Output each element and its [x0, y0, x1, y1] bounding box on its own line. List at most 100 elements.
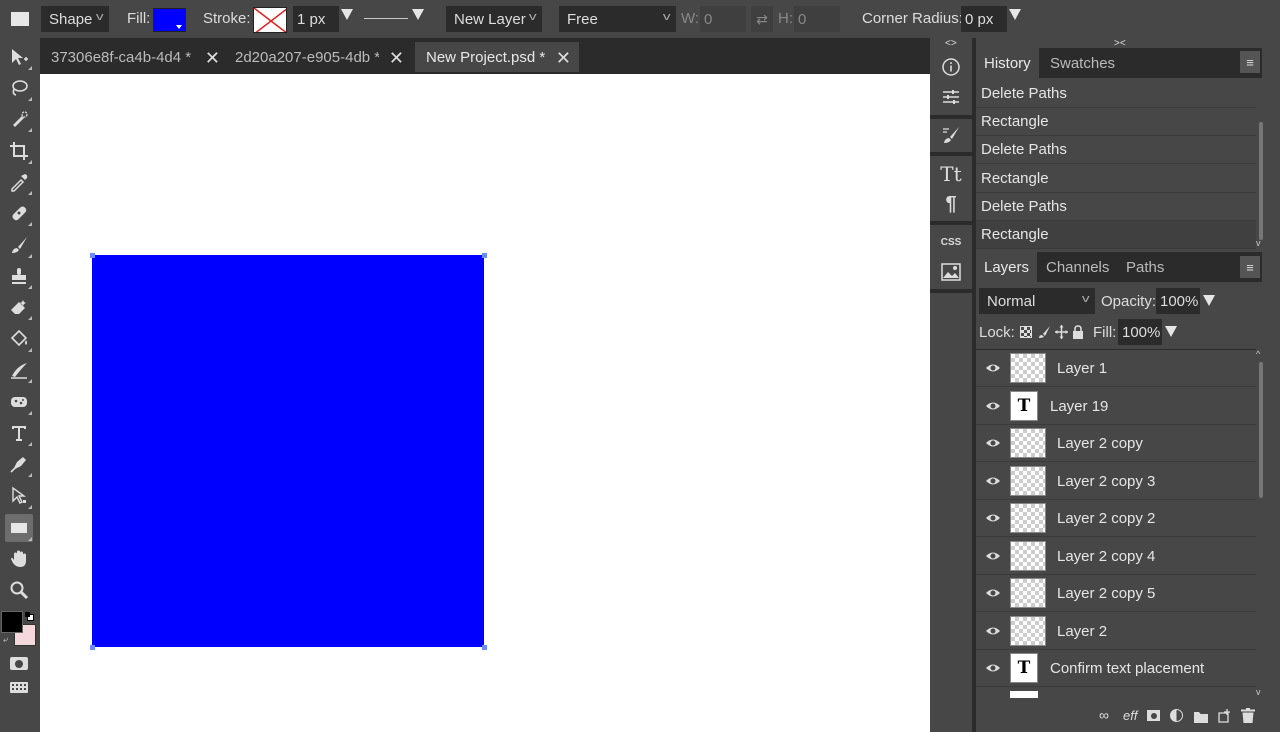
- document-canvas[interactable]: [40, 74, 930, 732]
- layers-scrollbar[interactable]: [1259, 362, 1263, 498]
- eraser-tool[interactable]: [5, 293, 33, 321]
- history-item[interactable]: Rectangle: [976, 108, 1256, 136]
- stroke-color-swatch[interactable]: [253, 7, 287, 33]
- lock-position-icon[interactable]: [1055, 325, 1068, 342]
- height-field[interactable]: 0: [794, 6, 840, 32]
- hand-tool[interactable]: [5, 545, 33, 573]
- css-icon[interactable]: CSS: [937, 230, 965, 254]
- type-tool[interactable]: [5, 419, 33, 447]
- lock-transparency-icon[interactable]: [1020, 326, 1032, 338]
- eye-icon[interactable]: [985, 549, 1001, 563]
- path-select-tool[interactable]: [5, 482, 33, 510]
- opacity-dropdown-icon[interactable]: [1203, 295, 1215, 306]
- info-icon[interactable]: [937, 55, 965, 79]
- foreground-color-swatch[interactable]: [1, 611, 23, 633]
- smudge-tool[interactable]: [5, 356, 33, 384]
- history-item[interactable]: Delete Paths: [976, 80, 1256, 108]
- layer-row[interactable]: Layer 2: [976, 613, 1256, 650]
- close-icon[interactable]: ✕: [205, 48, 220, 69]
- blue-rectangle-shape[interactable]: [92, 255, 484, 647]
- stroke-width-dropdown-icon[interactable]: [341, 9, 353, 20]
- layer-row[interactable]: Layer 1: [976, 350, 1256, 387]
- tab-document-2[interactable]: 2d20a207-e905-4db * ✕: [224, 42, 412, 72]
- move-tool[interactable]: [5, 43, 33, 71]
- corner-radius-field[interactable]: 0 px: [961, 6, 1007, 32]
- tool-mode-dropdown[interactable]: Shape v: [41, 6, 109, 32]
- rectangle-tool[interactable]: [5, 514, 33, 542]
- corner-radius-dropdown-icon[interactable]: [1009, 9, 1021, 20]
- new-layer-icon[interactable]: [1218, 709, 1232, 726]
- tab-channels[interactable]: Channels: [1038, 252, 1117, 282]
- layer-row[interactable]: T Confirm text placement: [976, 650, 1256, 687]
- image-icon[interactable]: [937, 260, 965, 284]
- close-icon[interactable]: ✕: [389, 48, 404, 69]
- lock-pixels-icon[interactable]: [1038, 325, 1051, 342]
- eye-icon[interactable]: [985, 436, 1001, 450]
- layer-row[interactable]: Layer 2 copy 5: [976, 575, 1256, 612]
- blend-mode-dropdown[interactable]: Normal v: [979, 288, 1095, 314]
- eye-icon[interactable]: [985, 624, 1001, 638]
- paint-bucket-tool[interactable]: [5, 325, 33, 353]
- tab-paths[interactable]: Paths: [1118, 252, 1172, 282]
- add-mask-icon[interactable]: [1147, 710, 1160, 721]
- tab-layers[interactable]: Layers: [976, 252, 1038, 282]
- brush-settings-icon[interactable]: [937, 123, 965, 147]
- eyedropper-tool[interactable]: [5, 168, 33, 196]
- new-group-icon[interactable]: [1194, 710, 1208, 726]
- history-menu-icon[interactable]: ≡: [1240, 51, 1260, 73]
- zoom-tool[interactable]: [5, 576, 33, 604]
- quick-mask-icon[interactable]: [10, 657, 28, 670]
- brush-tool[interactable]: [5, 231, 33, 259]
- layer-row[interactable]: Layer 2 copy: [976, 425, 1256, 462]
- reset-colors-icon[interactable]: ⤶: [3, 634, 8, 645]
- tab-swatches[interactable]: Swatches: [1042, 48, 1123, 78]
- keyboard-icon[interactable]: [10, 682, 28, 693]
- layer-row[interactable]: T Layer 19: [976, 388, 1256, 425]
- constraint-dropdown[interactable]: Free v: [559, 6, 676, 32]
- layer-row-partial[interactable]: [976, 688, 1256, 698]
- collapse-strip-icon[interactable]: <>: [945, 38, 957, 49]
- clone-stamp-tool[interactable]: [5, 262, 33, 290]
- swap-colors-icon[interactable]: [25, 612, 35, 622]
- selection-handle[interactable]: [482, 253, 487, 258]
- selection-handle[interactable]: [90, 645, 95, 650]
- fill-opacity-dropdown-icon[interactable]: [1165, 326, 1177, 337]
- fill-opacity-field[interactable]: 100%: [1118, 319, 1162, 345]
- eye-icon[interactable]: [985, 661, 1001, 675]
- eye-icon[interactable]: [985, 474, 1001, 488]
- width-field[interactable]: 0: [700, 6, 746, 32]
- fill-color-swatch[interactable]: [153, 8, 186, 32]
- scroll-up-icon[interactable]: ^: [1256, 349, 1260, 359]
- layer-target-dropdown[interactable]: New Layer v: [446, 6, 542, 32]
- crop-tool[interactable]: [5, 137, 33, 165]
- scroll-down-icon[interactable]: v: [1256, 238, 1261, 248]
- rectangle-tool-icon[interactable]: [11, 12, 29, 26]
- history-item[interactable]: Delete Paths: [976, 136, 1256, 164]
- eye-icon[interactable]: [985, 511, 1001, 525]
- tab-document-1[interactable]: 37306e8f-ca4b-4d4 * ✕: [40, 42, 228, 72]
- layer-row[interactable]: Layer 2 copy 3: [976, 463, 1256, 500]
- tab-history[interactable]: History: [976, 48, 1039, 78]
- selection-handle[interactable]: [482, 645, 487, 650]
- link-layers-icon[interactable]: ∞: [1099, 707, 1109, 723]
- healing-brush-tool[interactable]: [5, 199, 33, 227]
- layers-menu-icon[interactable]: ≡: [1240, 256, 1260, 278]
- delete-layer-icon[interactable]: [1241, 708, 1255, 726]
- history-item-current[interactable]: Rectangle: [976, 221, 1256, 249]
- quick-select-tool[interactable]: [5, 105, 33, 133]
- eye-icon[interactable]: [985, 399, 1001, 413]
- lasso-tool[interactable]: [5, 74, 33, 102]
- opacity-field[interactable]: 100%: [1156, 288, 1200, 314]
- history-item[interactable]: Rectangle: [976, 165, 1256, 193]
- selection-handle[interactable]: [90, 253, 95, 258]
- history-item[interactable]: Delete Paths: [976, 193, 1256, 221]
- history-scrollbar[interactable]: [1259, 122, 1263, 240]
- eye-icon[interactable]: [985, 361, 1001, 375]
- lock-all-icon[interactable]: [1072, 325, 1084, 342]
- stroke-width-field[interactable]: 1 px: [293, 6, 339, 32]
- stroke-style-dropdown[interactable]: [364, 6, 426, 32]
- layer-row[interactable]: Layer 2 copy 4: [976, 538, 1256, 575]
- paragraph-icon[interactable]: ¶: [937, 192, 965, 216]
- swap-dimensions-icon[interactable]: ⇄: [751, 6, 773, 32]
- tab-new-project[interactable]: New Project.psd * ✕: [415, 42, 579, 72]
